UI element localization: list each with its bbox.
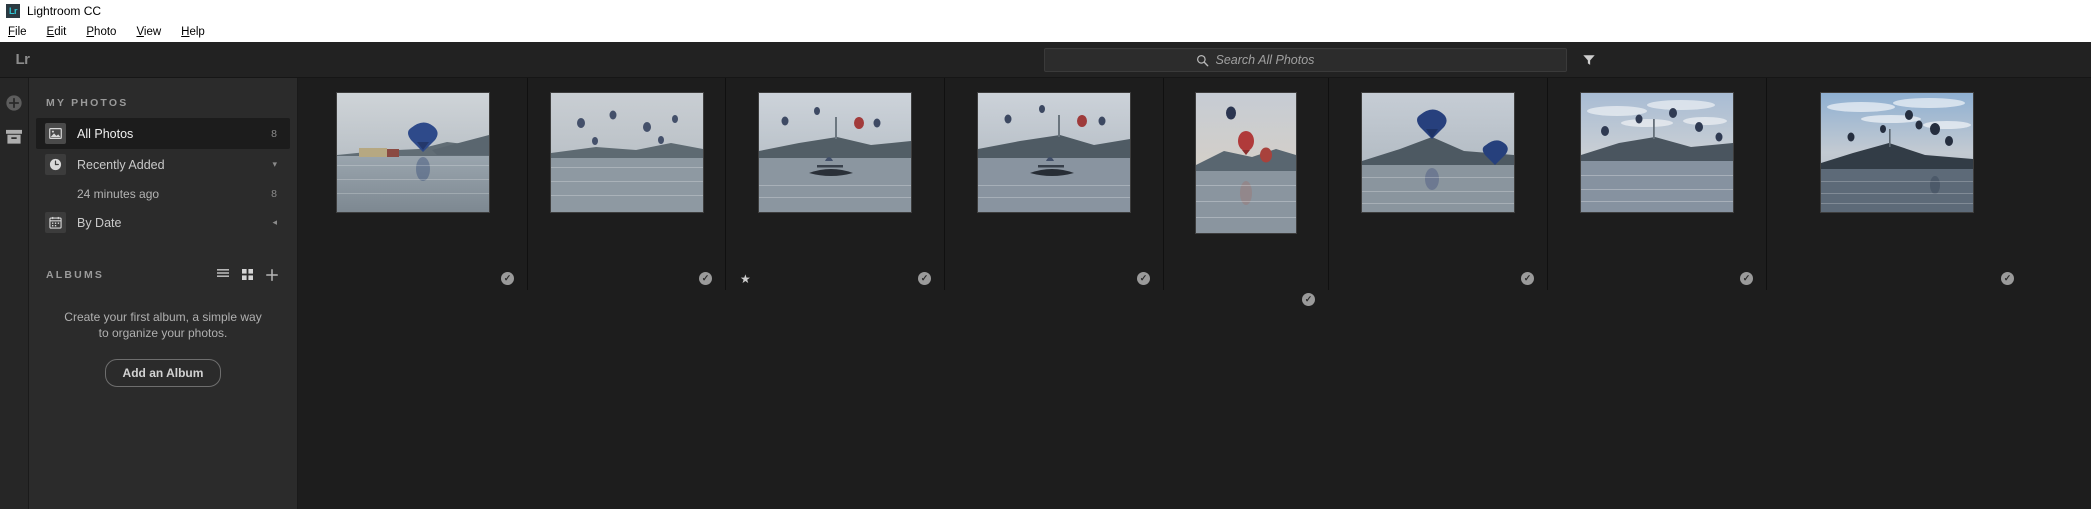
- photo-badges-6: ✓: [1329, 269, 1547, 285]
- chevron-left-icon[interactable]: ◂: [272, 217, 290, 228]
- search-bar[interactable]: [1044, 48, 1567, 72]
- plus-circle-icon[interactable]: [5, 94, 23, 112]
- albums-heading-label: ALBUMS: [46, 269, 105, 281]
- chevron-down-icon[interactable]: ▾: [272, 159, 290, 170]
- photo-cell-3[interactable]: ★ ✓: [726, 78, 945, 290]
- albums-empty-text: Create your first album, a simple way to…: [64, 310, 262, 341]
- filmstrip: ✓ ✓ ★ ✓ ✓ ✓ ✓ ✓ ✓: [298, 78, 2091, 306]
- menu-edit[interactable]: Edit: [44, 26, 70, 38]
- sidebar-item-all-photos-count: 8: [271, 127, 277, 140]
- photo-cell-7[interactable]: ✓: [1548, 78, 1767, 290]
- menu-photo[interactable]: Photo: [83, 26, 119, 38]
- photo-badges-7: ✓: [1548, 269, 1766, 285]
- photo-thumbnail-4[interactable]: [978, 93, 1130, 212]
- photo-cell-4[interactable]: ✓: [945, 78, 1164, 290]
- sidebar-item-by-date[interactable]: By Date ◂: [36, 207, 290, 238]
- window-titlebar: Lr Lightroom CC: [0, 0, 2091, 22]
- app-icon: Lr: [6, 4, 20, 18]
- search-icon: [1196, 54, 1209, 67]
- photo-badges-3: ★ ✓: [726, 269, 944, 285]
- sidebar-item-recently-added[interactable]: Recently Added ▾: [36, 149, 290, 180]
- search-input[interactable]: [1215, 53, 1416, 67]
- filter-funnel-icon[interactable]: [1582, 53, 1596, 67]
- checked-badge-icon[interactable]: ✓: [918, 272, 931, 285]
- photo-thumbnail-1[interactable]: [336, 93, 489, 212]
- photo-thumbnail-6[interactable]: [1362, 93, 1514, 212]
- sidebar-subitem-label: 24 minutes ago: [77, 186, 160, 201]
- checked-badge-icon[interactable]: ✓: [1740, 272, 1753, 285]
- checked-badge-icon[interactable]: ✓: [699, 272, 712, 285]
- lightroom-brand-mark: Lr: [15, 51, 31, 68]
- app-toolbar: Lr: [0, 42, 2091, 78]
- photo-thumbnail-2[interactable]: [550, 93, 703, 212]
- sidebar: MY PHOTOS All Photos 8 Recently Added ▾ …: [29, 78, 298, 509]
- menu-file[interactable]: File: [5, 26, 30, 38]
- sidebar-item-by-date-label: By Date: [77, 215, 122, 230]
- photo-thumbnail-5[interactable]: [1196, 93, 1296, 233]
- photo-thumbnail-8[interactable]: [1821, 93, 1973, 212]
- clock-icon: [45, 154, 66, 175]
- grid-view-icon[interactable]: [242, 269, 253, 281]
- albums-heading: ALBUMS: [29, 238, 297, 290]
- sidebar-item-all-photos-label: All Photos: [77, 126, 134, 141]
- photo-cell-5[interactable]: ✓: [1164, 78, 1329, 306]
- photo-cell-1[interactable]: ✓: [298, 78, 528, 290]
- window-title: Lightroom CC: [27, 4, 102, 18]
- menu-view[interactable]: View: [133, 26, 164, 38]
- photo-badges-5: ✓: [1164, 290, 1328, 306]
- checked-badge-icon[interactable]: ✓: [1137, 272, 1150, 285]
- photo-badges-2: ✓: [528, 269, 725, 285]
- photo-badges-1: ✓: [298, 269, 527, 285]
- menu-bar: File Edit Photo View Help: [0, 22, 2091, 42]
- checked-badge-icon[interactable]: ✓: [1302, 293, 1315, 306]
- checked-badge-icon[interactable]: ✓: [1521, 272, 1534, 285]
- my-photos-heading: MY PHOTOS: [29, 78, 297, 118]
- photo-badges-8: ✓: [1767, 269, 2027, 285]
- albums-tools: [217, 269, 297, 281]
- archive-box-icon[interactable]: [5, 129, 23, 145]
- list-view-icon[interactable]: [217, 269, 229, 281]
- checked-badge-icon[interactable]: ✓: [2001, 272, 2014, 285]
- photo-grid: ✓ ✓ ★ ✓ ✓ ✓ ✓ ✓ ✓: [298, 78, 2091, 509]
- photo-cell-2[interactable]: ✓: [528, 78, 726, 290]
- app-body: MY PHOTOS All Photos 8 Recently Added ▾ …: [0, 78, 2091, 509]
- sidebar-subitem-count: 8: [271, 187, 277, 200]
- menu-help[interactable]: Help: [178, 26, 208, 38]
- sidebar-item-recently-added-label: Recently Added: [77, 157, 165, 172]
- calendar-icon: [45, 212, 66, 233]
- photo-thumbnail-7[interactable]: [1581, 93, 1733, 212]
- photo-thumbnail-3[interactable]: [759, 93, 911, 212]
- star-badge-icon[interactable]: ★: [740, 273, 751, 285]
- photo-cell-6[interactable]: ✓: [1329, 78, 1548, 290]
- photo-icon: [45, 123, 66, 144]
- icon-rail: [0, 78, 29, 509]
- checked-badge-icon[interactable]: ✓: [501, 272, 514, 285]
- add-an-album-button[interactable]: Add an Album: [104, 359, 222, 388]
- sidebar-item-all-photos[interactable]: All Photos 8: [36, 118, 290, 149]
- photo-badges-4: ✓: [945, 269, 1163, 285]
- sidebar-subitem-recent-group[interactable]: 24 minutes ago 8: [36, 180, 290, 207]
- photo-cell-8[interactable]: ✓: [1767, 78, 2027, 290]
- my-photos-heading-label: MY PHOTOS: [46, 97, 129, 109]
- albums-empty-state: Create your first album, a simple way to…: [29, 290, 297, 388]
- add-album-icon[interactable]: [266, 269, 278, 281]
